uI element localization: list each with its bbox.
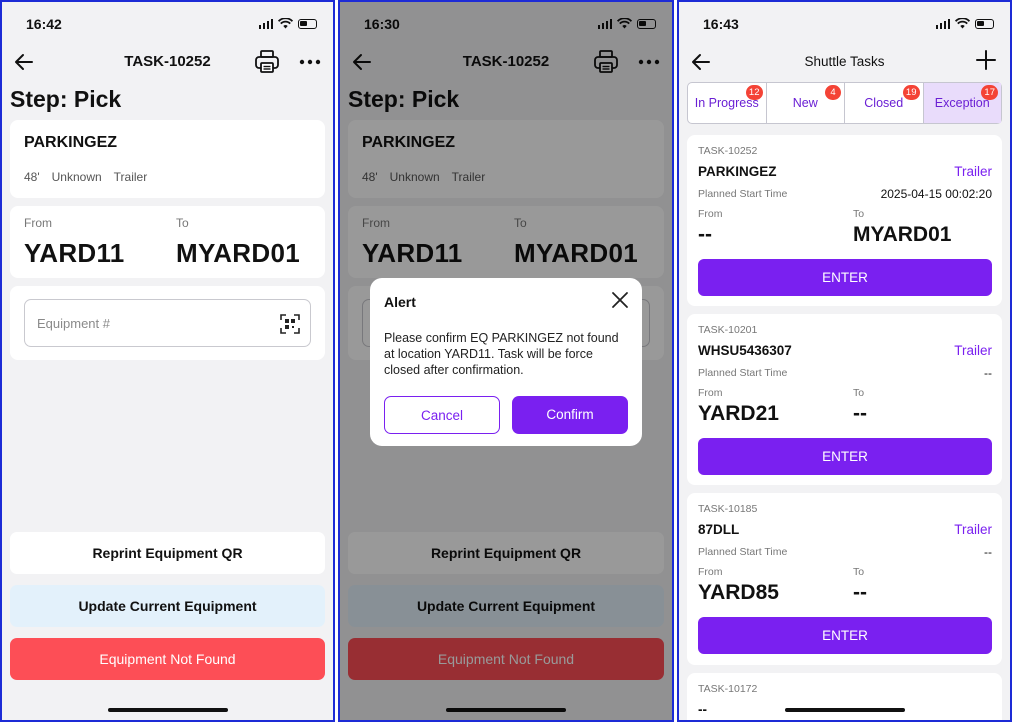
from-label: From (24, 216, 52, 230)
nav-title: TASK-10252 (124, 53, 211, 70)
task-equipment: -- (698, 702, 707, 717)
reprint-qr-button[interactable]: Reprint Equipment QR (10, 532, 325, 574)
task-type: Trailer (954, 164, 992, 179)
cellular-signal-icon (258, 18, 273, 29)
enter-button[interactable]: ENTER (698, 438, 992, 475)
enter-button[interactable]: ENTER (698, 617, 992, 654)
qr-scan-icon[interactable] (280, 314, 300, 334)
step-title: Step: Pick (10, 86, 122, 112)
status-bar: 16:43 (679, 2, 1010, 46)
alert-title: Alert (384, 294, 416, 310)
task-card: TASK-10185 87DLL Trailer Planned Start T… (687, 493, 1002, 665)
from-value: YARD85 (698, 581, 779, 604)
cancel-button[interactable]: Cancel (384, 396, 500, 434)
from-value: YARD21 (698, 402, 779, 425)
planned-start-label: Planned Start Time (698, 188, 788, 200)
wifi-icon (278, 18, 293, 29)
home-indicator (784, 708, 905, 712)
tab-in-progress[interactable]: In Progress 12 (688, 83, 767, 123)
task-id: TASK-10172 (698, 683, 758, 695)
task-equipment: PARKINGEZ (698, 164, 777, 179)
alert-message: Please confirm EQ PARKINGEZ not found at… (384, 331, 619, 377)
task-type: Trailer (954, 522, 992, 537)
from-label: From (698, 387, 723, 399)
equipment-type: Trailer (113, 170, 148, 184)
battery-icon (298, 18, 317, 29)
battery-icon (975, 18, 994, 29)
task-type: Trailer (954, 343, 992, 358)
equipment-status: Unknown (51, 170, 102, 184)
to-value: -- (853, 402, 867, 425)
equipment-card: PARKINGEZ 48' Unknown Trailer (10, 120, 325, 198)
planned-start-label: Planned Start Time (698, 367, 788, 379)
tab-new[interactable]: New 4 (767, 83, 845, 123)
to-label: To (853, 208, 865, 220)
task-equipment: WHSU5436307 (698, 343, 792, 358)
status-time: 16:43 (703, 16, 739, 32)
task-card: TASK-10172 -- (687, 673, 1002, 720)
status-bar: 16:42 (2, 2, 333, 46)
more-options-icon[interactable] (297, 50, 323, 74)
equipment-name: PARKINGEZ (24, 134, 118, 151)
from-value: YARD11 (24, 238, 125, 268)
tab-exception[interactable]: Exception 17 (923, 83, 1001, 123)
to-value: -- (853, 581, 867, 604)
equipment-input[interactable]: Equipment # (24, 299, 311, 347)
status-tabs: In Progress 12 New 4 Closed 19 Exception 17 (687, 82, 1002, 124)
confirm-button[interactable]: Confirm (512, 396, 628, 434)
task-id: TASK-10201 (698, 324, 758, 336)
add-icon[interactable] (974, 48, 998, 72)
task-equipment: 87DLL (698, 522, 740, 537)
planned-start-value: 2025-04-15 00:02:20 (880, 187, 992, 201)
count-badge: 17 (981, 85, 998, 100)
equipment-input-placeholder: Equipment # (37, 316, 110, 331)
planned-start-value: -- (984, 366, 992, 380)
equipment-not-found-button[interactable]: Equipment Not Found (10, 638, 325, 680)
update-equipment-button[interactable]: Update Current Equipment (10, 585, 325, 627)
tab-closed[interactable]: Closed 19 (845, 83, 924, 123)
equipment-meta: 48' Unknown Trailer (24, 170, 147, 184)
planned-start-value: -- (984, 545, 992, 559)
printer-icon[interactable] (253, 48, 281, 76)
screen-task-pick: 16:42 TASK-10252 Step: Pick PARKINGEZ 48… (0, 0, 335, 722)
wifi-icon (955, 18, 970, 29)
to-label: To (853, 387, 865, 399)
task-card: TASK-10201 WHSU5436307 Trailer Planned S… (687, 314, 1002, 485)
from-label: From (698, 566, 723, 578)
count-badge: 19 (902, 85, 920, 100)
alert-dialog: Alert Please confirm EQ PARKINGEZ not fo… (370, 278, 642, 446)
nav-bar: TASK-10252 (2, 42, 333, 82)
to-label: To (176, 216, 189, 230)
screen-task-pick-alert: 16:30 TASK-10252 Step: Pick PARKINGEZ 48… (338, 0, 674, 722)
enter-button[interactable]: ENTER (698, 259, 992, 296)
count-badge: 12 (745, 85, 763, 100)
task-id: TASK-10252 (698, 145, 758, 157)
from-value: -- (698, 223, 712, 246)
nav-bar: Shuttle Tasks (679, 42, 1010, 82)
task-card: TASK-10252 PARKINGEZ Trailer Planned Sta… (687, 135, 1002, 306)
to-value: MYARD01 (176, 238, 300, 268)
equipment-size: 48' (24, 170, 40, 184)
to-value: MYARD01 (853, 223, 952, 246)
cellular-signal-icon (935, 18, 950, 29)
nav-title: Shuttle Tasks (804, 54, 885, 69)
task-id: TASK-10185 (698, 503, 758, 515)
close-icon[interactable] (610, 290, 630, 310)
to-label: To (853, 566, 865, 578)
from-label: From (698, 208, 723, 220)
planned-start-label: Planned Start Time (698, 546, 788, 558)
route-card: From To YARD11 MYARD01 (10, 206, 325, 278)
equipment-input-card: Equipment # (10, 286, 325, 360)
status-time: 16:42 (26, 16, 62, 32)
count-badge: 4 (825, 85, 841, 100)
home-indicator (107, 708, 228, 712)
screen-shuttle-tasks: 16:43 Shuttle Tasks In Progress 12 New 4 C… (677, 0, 1012, 722)
